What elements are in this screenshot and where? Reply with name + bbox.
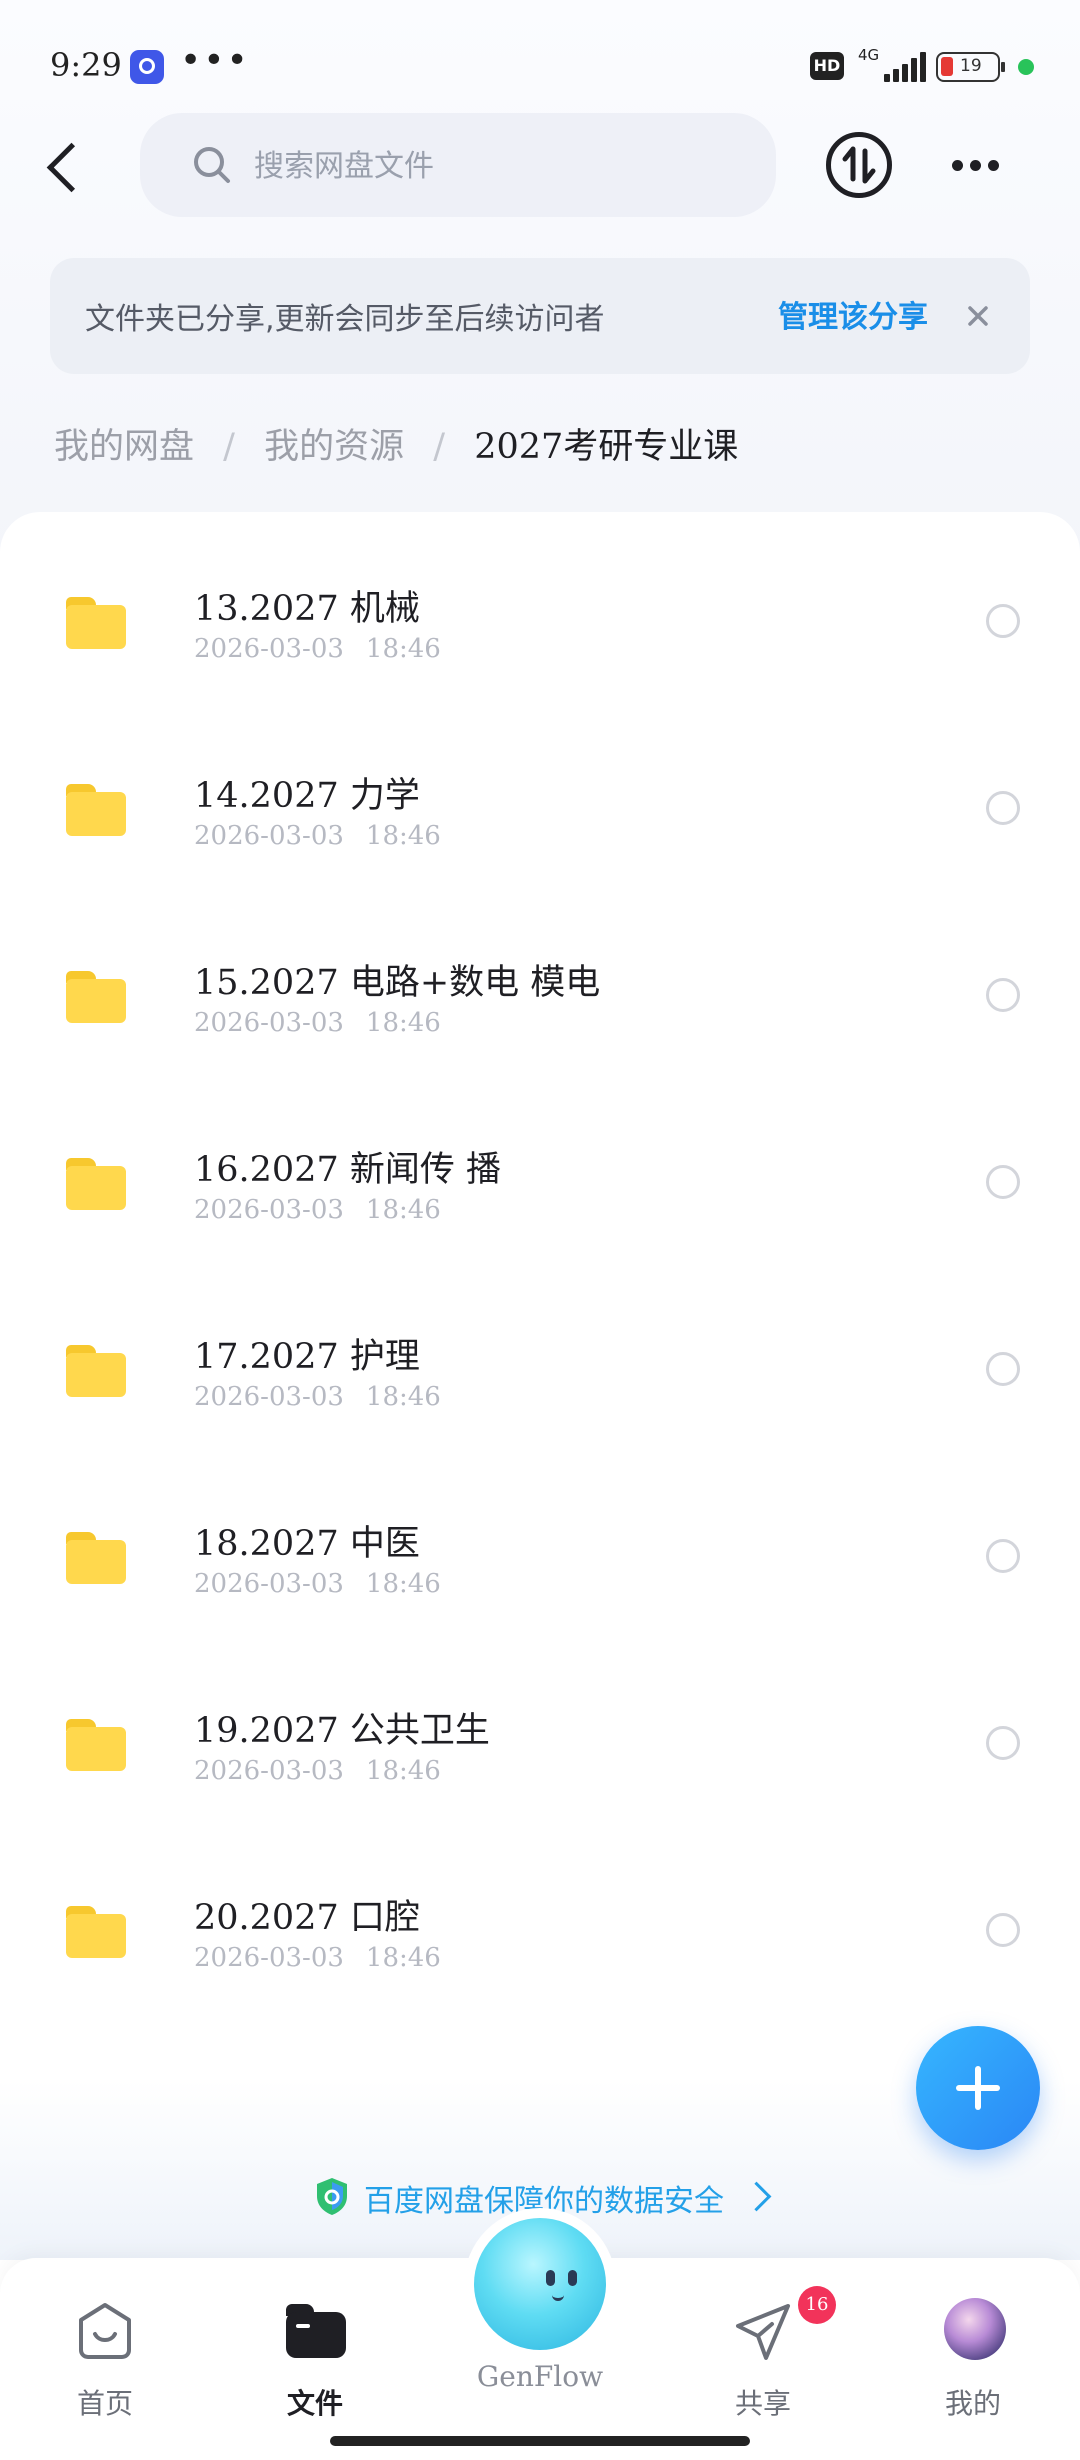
select-checkbox[interactable] [986, 791, 1020, 825]
shield-icon [317, 2178, 347, 2215]
mascot-mouth [552, 2292, 564, 2301]
select-checkbox[interactable] [986, 604, 1020, 638]
battery-level: 19 [960, 56, 982, 76]
file-modified: 2026-03-03 18:46 [194, 1569, 441, 1599]
breadcrumb-separator: / [223, 427, 235, 467]
privacy-indicator-dot [1018, 59, 1034, 75]
add-button[interactable] [916, 2026, 1040, 2150]
nav-share[interactable]: 16 共享 [688, 2286, 838, 2420]
file-name: 19.2027 公共卫生 [194, 1711, 490, 1751]
file-modified: 2026-03-03 18:46 [194, 1195, 441, 1225]
file-name: 18.2027 中医 [194, 1524, 420, 1564]
file-modified: 2026-03-03 18:46 [194, 634, 441, 664]
mascot-eye [568, 2270, 577, 2286]
nav-share-label: 共享 [734, 2387, 791, 2420]
file-modified: 2026-03-03 18:46 [194, 821, 441, 851]
file-modified: 2026-03-03 18:46 [194, 1756, 441, 1786]
network-type: 4G [858, 46, 880, 64]
nav-home[interactable]: 首页 [30, 2292, 180, 2420]
select-checkbox[interactable] [986, 1726, 1020, 1760]
avatar [944, 2298, 1006, 2360]
folder-icon [66, 597, 126, 649]
security-notice-text: 百度网盘保障你的数据安全 [364, 2184, 724, 2219]
file-row[interactable]: 17.2027 护理 2026-03-03 18:46 [0, 1298, 1080, 1485]
status-time: 9:29 [50, 46, 122, 84]
file-name: 13.2027 机械 [194, 589, 420, 629]
breadcrumb-current-folder: 2027考研专业课 [474, 427, 739, 467]
nav-files-label: 文件 [286, 2387, 343, 2420]
file-name: 20.2027 口腔 [194, 1898, 420, 1938]
nav-genflow-label: GenFlow [476, 2360, 604, 2393]
file-modified: 2026-03-03 18:46 [194, 1382, 441, 1412]
breadcrumb-my-resources[interactable]: 我的资源 [264, 427, 404, 467]
file-modified: 2026-03-03 18:46 [194, 1008, 441, 1038]
folder-icon [66, 1719, 126, 1771]
file-name: 15.2027 电路+数电 模电 [194, 963, 601, 1003]
status-more-indicator: ••• [180, 40, 250, 81]
share-banner-text: 文件夹已分享,更新会同步至后续访问者 [85, 302, 605, 337]
genflow-button[interactable] [474, 2218, 606, 2350]
breadcrumb-separator: / [433, 427, 446, 467]
share-icon [736, 2304, 790, 2360]
file-modified: 2026-03-03 18:46 [194, 1943, 441, 1973]
select-checkbox[interactable] [986, 1539, 1020, 1573]
folder-icon [66, 1158, 126, 1210]
battery-icon: 19 [936, 52, 1005, 82]
share-notification-badge: 16 [798, 2286, 836, 2324]
search-bar[interactable] [140, 113, 776, 217]
file-row[interactable]: 19.2027 公共卫生 2026-03-03 18:46 [0, 1672, 1080, 1859]
folder-icon [66, 1532, 126, 1584]
nav-home-label: 首页 [76, 2387, 133, 2420]
file-row[interactable]: 13.2027 机械 2026-03-03 18:46 [0, 550, 1080, 737]
hd-icon: HD [810, 52, 844, 80]
breadcrumb-my-drive[interactable]: 我的网盘 [54, 427, 194, 467]
transfer-icon[interactable] [826, 132, 892, 198]
select-checkbox[interactable] [986, 1165, 1020, 1199]
folder-icon [66, 784, 126, 836]
mascot-eye [546, 2270, 555, 2286]
file-row[interactable]: 15.2027 电路+数电 模电 2026-03-03 18:46 [0, 924, 1080, 1111]
share-banner: 文件夹已分享,更新会同步至后续访问者 管理该分享 [50, 258, 1030, 374]
file-row[interactable]: 16.2027 新闻传 播 2026-03-03 18:46 [0, 1111, 1080, 1298]
folder-icon [66, 1906, 126, 1958]
search-input[interactable] [252, 143, 736, 189]
signal-icon [884, 52, 926, 82]
file-row[interactable]: 18.2027 中医 2026-03-03 18:46 [0, 1485, 1080, 1672]
manage-share-link[interactable]: 管理该分享 [778, 292, 928, 336]
file-name: 16.2027 新闻传 播 [194, 1150, 501, 1190]
file-row[interactable]: 14.2027 力学 2026-03-03 18:46 [0, 737, 1080, 924]
search-icon [194, 147, 230, 183]
folder-icon [66, 971, 126, 1023]
select-checkbox[interactable] [986, 978, 1020, 1012]
file-row[interactable]: 20.2027 口腔 2026-03-03 18:46 [0, 1859, 1080, 2046]
nav-files[interactable]: 文件 [240, 2292, 390, 2420]
file-list: 13.2027 机械 2026-03-03 18:46 14.2027 力学 20… [0, 512, 1080, 2072]
breadcrumb: 我的网盘 / 我的资源 / 2027考研专业课 [54, 418, 738, 469]
home-indicator [330, 2436, 750, 2446]
nav-me[interactable]: 我的 [898, 2292, 1048, 2420]
back-arrow-icon[interactable] [36, 130, 92, 200]
select-checkbox[interactable] [986, 1352, 1020, 1386]
nav-me-label: 我的 [944, 2387, 1001, 2420]
select-checkbox[interactable] [986, 1913, 1020, 1947]
home-icon [79, 2303, 131, 2359]
folder-icon [66, 1345, 126, 1397]
files-icon [286, 2304, 346, 2358]
close-icon[interactable] [958, 296, 998, 336]
file-name: 17.2027 护理 [194, 1337, 420, 1377]
status-bar: 9:29 ••• HD 4G 19 [0, 0, 1080, 130]
file-name: 14.2027 力学 [194, 776, 420, 816]
more-icon[interactable] [944, 140, 1008, 190]
app-notification-icon [130, 50, 164, 84]
